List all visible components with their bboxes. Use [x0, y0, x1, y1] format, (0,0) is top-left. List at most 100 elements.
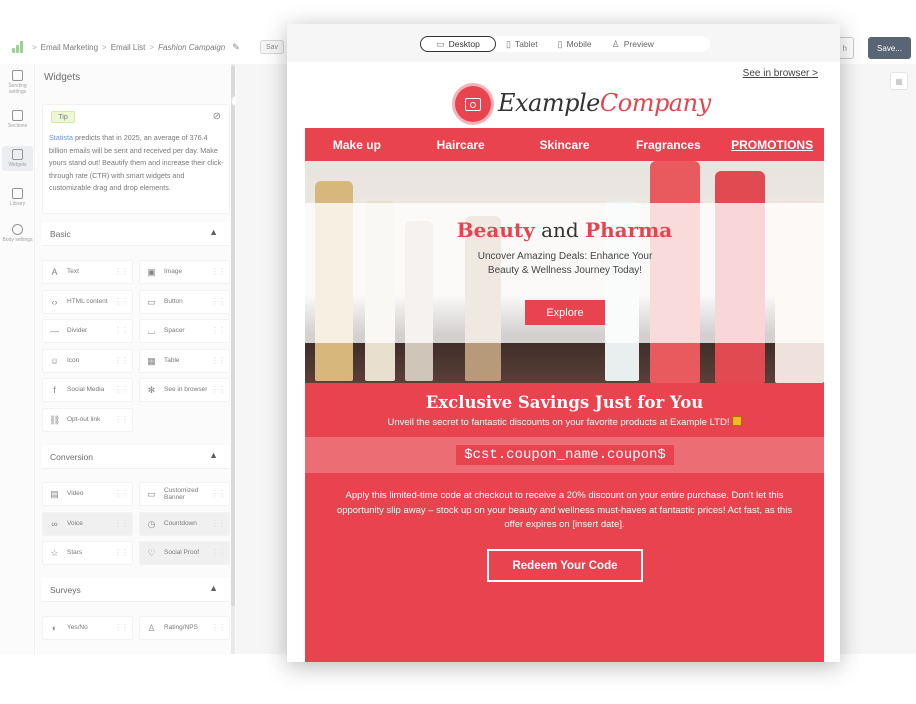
device-bar: ▭ Desktop ▯ Tablet ▯ Mobile ♙ Preview [287, 24, 840, 62]
settings-panel-icon[interactable]: ▦ [890, 72, 908, 90]
panel-scrollbar[interactable] [231, 64, 235, 654]
device-tab-desktop[interactable]: ▭ Desktop [420, 36, 496, 52]
widget-tile-rating-nps[interactable]: ♙ Rating/NPS ⋮⋮ [139, 616, 230, 640]
widget-tile-spacer[interactable]: ⌴ Spacer ⋮⋮ [139, 319, 230, 343]
eye-off-icon[interactable]: ⊘ [213, 111, 221, 122]
tile-label: Button [164, 298, 183, 305]
breadcrumb-item-campaign: Fashion Campaign [158, 43, 226, 52]
hero-subtitle: Uncover Amazing Deals: Enhance Your Beau… [477, 251, 653, 276]
drag-handle-icon: ⋮⋮ [114, 385, 129, 394]
section-basic[interactable]: Basic ▲ [42, 222, 230, 246]
logo-word-1: Example [498, 89, 600, 117]
tile-label: Social Proof [164, 549, 200, 556]
tile-label: HTML content [67, 298, 108, 305]
widget-tile-divider[interactable]: — Divider ⋮⋮ [42, 319, 133, 343]
drag-handle-icon: ⋮⋮ [114, 267, 129, 276]
save-status-chip[interactable]: Sav [260, 40, 285, 54]
logo-icon [455, 86, 491, 122]
widget-tile-countdown[interactable]: ◷ Countdown ⋮⋮ [139, 512, 230, 536]
clock-icon: ◷ [147, 519, 156, 529]
nav-item-haircare[interactable]: Haircare [409, 138, 513, 152]
nav-item-make-up[interactable]: Make up [305, 138, 409, 152]
widget-tile-voice[interactable]: ∞ Voice ⋮⋮ [42, 512, 133, 536]
redeem-button[interactable]: Redeem Your Code [487, 549, 643, 582]
section-surveys[interactable]: Surveys ▲ [42, 578, 230, 602]
analytics-icon[interactable] [12, 41, 24, 53]
stars-icon: ☆ [50, 548, 59, 558]
rail-item-body-settings[interactable]: Body settings [2, 224, 33, 243]
widget-tile-social-media[interactable]: f Social Media ⋮⋮ [42, 378, 133, 402]
nav-item-skincare[interactable]: Skincare [513, 138, 617, 152]
tip-link[interactable]: Statista [49, 133, 73, 142]
widget-tile-image[interactable]: ▣ Image ⋮⋮ [139, 260, 230, 284]
divider-icon: — [50, 326, 59, 336]
icon-rail: Sending settings Sections Widgets Librar… [0, 64, 35, 654]
widget-tile-button[interactable]: ▭ Button ⋮⋮ [139, 290, 230, 314]
browser-icon: ✻ [147, 385, 156, 395]
drag-handle-icon: ⋮⋮ [211, 623, 226, 632]
drag-handle-icon: ⋮⋮ [114, 489, 129, 498]
drag-handle-icon: ⋮⋮ [114, 297, 129, 306]
panel-title: Widgets [44, 72, 81, 83]
drag-handle-icon: ⋮⋮ [211, 267, 226, 276]
drag-handle-icon: ⋮⋮ [211, 385, 226, 394]
logo-word-2: Company [599, 89, 711, 117]
widget-tile-customized-banner[interactable]: ▭ Customized Banner ⋮⋮ [139, 482, 230, 506]
rating-icon: ♙ [147, 623, 156, 633]
breadcrumb-separator: > [149, 43, 155, 52]
save-chip-label: Sav [266, 43, 279, 51]
rail-item-sections[interactable]: Sections [2, 110, 33, 129]
tile-label: Icon [67, 357, 80, 364]
rail-item-widgets[interactable]: Widgets [2, 146, 33, 171]
tile-label: Image [164, 268, 183, 275]
breadcrumb-separator: > [102, 43, 107, 52]
widget-tile-icon[interactable]: ☺ Icon ⋮⋮ [42, 349, 133, 373]
image-icon: ▣ [147, 267, 156, 277]
device-switcher: ▭ Desktop ▯ Tablet ▯ Mobile ♙ Preview [420, 36, 710, 52]
device-tab-mobile[interactable]: ▯ Mobile [548, 36, 602, 52]
mobile-icon: ▯ [557, 38, 563, 49]
device-label: Mobile [566, 39, 592, 49]
device-label: Tablet [514, 39, 538, 49]
tip-badge: Tip [51, 111, 75, 123]
secondary-button-label: h [842, 43, 847, 53]
see-in-browser-link[interactable]: See in browser > [743, 68, 818, 79]
tile-label: Countdown [164, 520, 197, 527]
widget-tile-table[interactable]: ▦ Table ⋮⋮ [139, 349, 230, 373]
device-tab-preview[interactable]: ♙ Preview [602, 36, 664, 52]
icon-icon: ☺ [49, 356, 60, 366]
breadcrumb: > Email Marketing > Email List > Fashion… [32, 42, 240, 53]
save-button[interactable]: Save... [868, 37, 911, 59]
device-tab-tablet[interactable]: ▯ Tablet [496, 36, 548, 52]
widget-tile-yes-no[interactable]: ◐ Yes/No ⋮⋮ [42, 616, 133, 640]
widget-tile-opt-out[interactable]: ⛓ Opt-out link ⋮⋮ [42, 408, 133, 432]
email-nav: Make up Haircare Skincare Fragrances PRO… [305, 128, 824, 161]
explore-button[interactable]: Explore [525, 300, 605, 325]
code-icon: ‹› [51, 297, 58, 307]
section-conversion[interactable]: Conversion ▲ [42, 445, 230, 469]
rail-label: Widgets [8, 162, 27, 168]
widget-tile-see-in-browser[interactable]: ✻ See in browser ⋮⋮ [139, 378, 230, 402]
tip-card: Tip ⊘ Statista predicts that in 2025, an… [42, 104, 230, 214]
rail-item-sending-settings[interactable]: Sending settings [2, 70, 33, 95]
social-icon: f [53, 385, 56, 395]
pencil-icon[interactable]: ✎ [232, 42, 240, 53]
email-body: See in browser > ExampleCompany Make up … [305, 62, 824, 662]
widget-tile-video[interactable]: ▤ Video ⋮⋮ [42, 482, 133, 506]
section-label: Surveys [50, 585, 81, 595]
tile-label: Opt-out link [67, 416, 101, 423]
tip-text: Statista predicts that in 2025, an avera… [49, 132, 225, 195]
tile-label: Rating/NPS [164, 624, 198, 631]
nav-item-promotions[interactable]: PROMOTIONS [720, 138, 824, 152]
tile-label: Yes/No [67, 624, 88, 631]
widget-tile-text[interactable]: A Text ⋮⋮ [42, 260, 133, 284]
nav-item-fragrances[interactable]: Fragrances [616, 138, 720, 152]
rail-item-library[interactable]: Library [2, 188, 33, 207]
widget-tile-stars[interactable]: ☆ Stars ⋮⋮ [42, 541, 133, 565]
breadcrumb-item-email-list[interactable]: Email List [111, 43, 146, 52]
breadcrumb-item-email-marketing[interactable]: Email Marketing [41, 43, 98, 52]
button-icon: ▭ [147, 297, 156, 307]
hero-banner: Beauty and Pharma Uncover Amazing Deals:… [305, 161, 824, 383]
widget-tile-social-proof[interactable]: ♡ Social Proof ⋮⋮ [139, 541, 230, 565]
widget-tile-html[interactable]: ‹› HTML content ⋮⋮ [42, 290, 133, 314]
